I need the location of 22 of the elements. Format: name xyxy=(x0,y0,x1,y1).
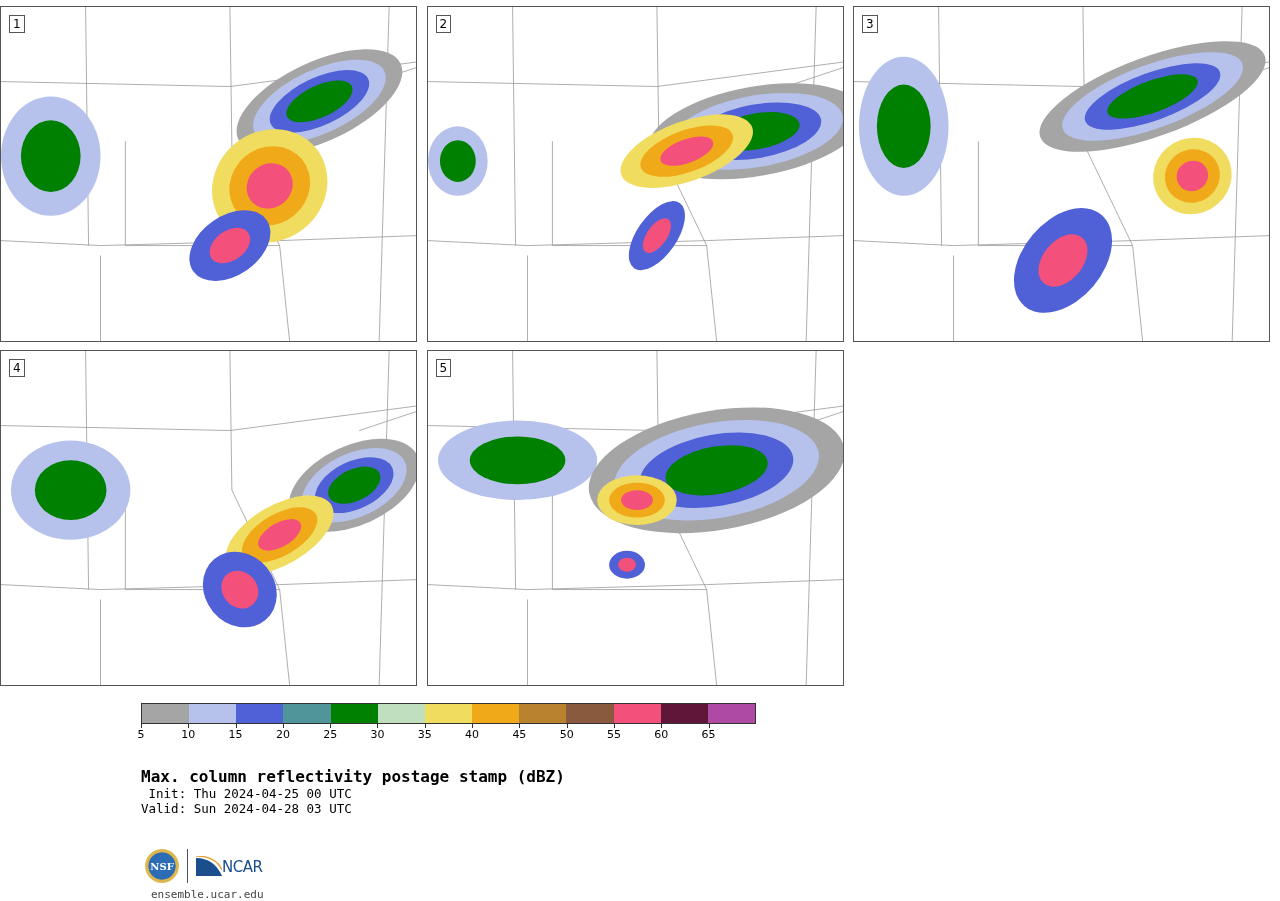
tick-label: 65 xyxy=(701,728,716,741)
init-time: Init: Thu 2024-04-25 00 UTC xyxy=(147,786,353,801)
tick-label: 50 xyxy=(559,728,574,741)
tick-label: 55 xyxy=(606,728,621,741)
tick-label: 60 xyxy=(654,728,669,741)
tick-label: 40 xyxy=(465,728,480,741)
site-link[interactable]: ensemble.ucar.edu xyxy=(151,888,1280,901)
panel-number: 4 xyxy=(9,359,25,377)
valid-time: Valid: Sun 2024-04-28 03 UTC xyxy=(141,801,353,816)
tick-label: 15 xyxy=(228,728,243,741)
chart-title: Max. column reflectivity postage stamp (dBZ) xyxy=(141,768,566,786)
tick-label: 45 xyxy=(512,728,527,741)
tick-label: 30 xyxy=(370,728,385,741)
panel-number: 3 xyxy=(862,15,878,33)
tick-label: 5 xyxy=(137,728,145,741)
tick-label: 25 xyxy=(323,728,338,741)
panel-number: 1 xyxy=(9,15,25,33)
ncar-logo: NCAR xyxy=(196,856,263,876)
tick-label: 35 xyxy=(417,728,432,741)
tick-label: 10 xyxy=(181,728,196,741)
nsf-logo: NSF xyxy=(145,849,179,883)
tick-label: 20 xyxy=(275,728,290,741)
